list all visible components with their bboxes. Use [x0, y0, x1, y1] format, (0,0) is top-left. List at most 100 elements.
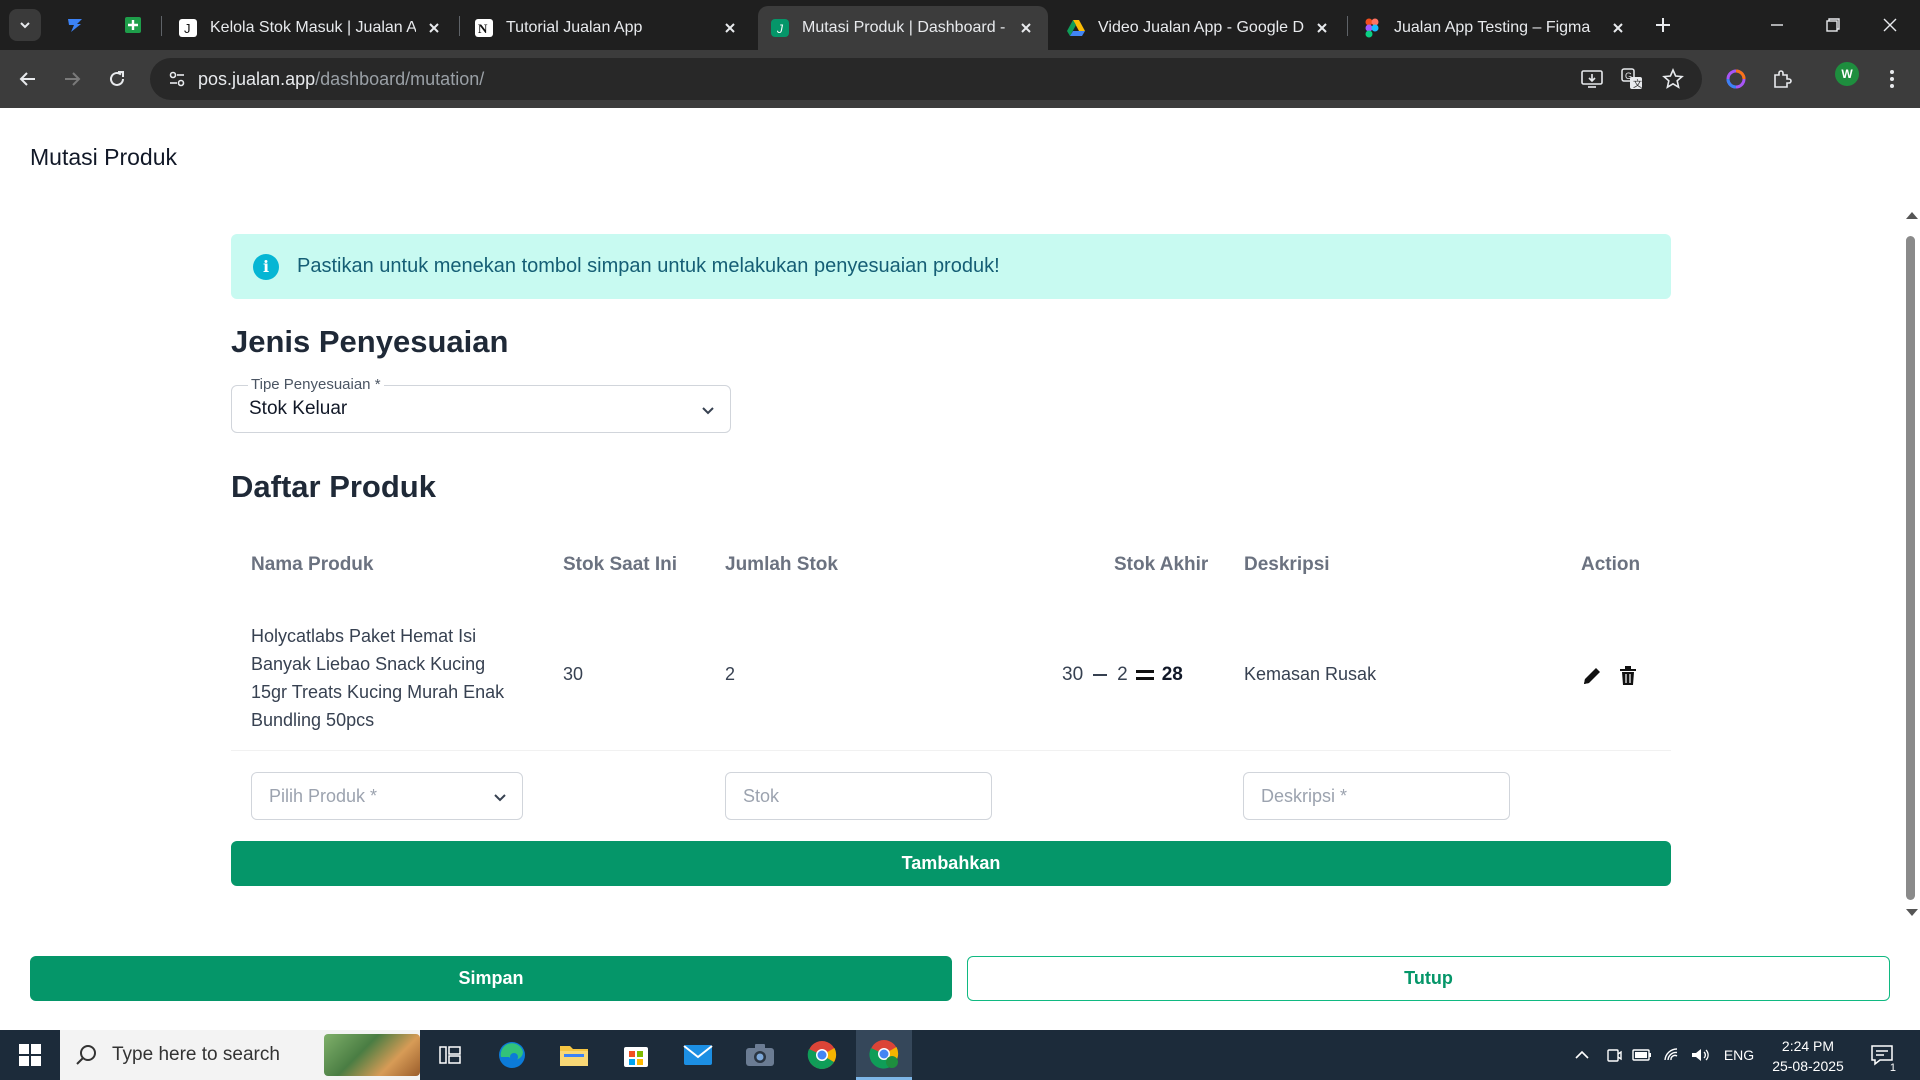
- tab-kelola-stok[interactable]: J Kelola Stok Masuk | Jualan App: [166, 6, 456, 50]
- row-description: Kemasan Rusak: [1244, 664, 1377, 684]
- tab-search-button[interactable]: [9, 9, 41, 41]
- header-qty: Jumlah Stok: [725, 554, 838, 575]
- adjustment-section-title: Jenis Penyesuaian: [231, 324, 509, 359]
- url-path: /dashboard/mutation/: [315, 68, 485, 89]
- info-alert: i Pastikan untuk menekan tombol simpan u…: [231, 234, 1671, 299]
- alert-message: Pastikan untuk menekan tombol simpan unt…: [297, 255, 1000, 277]
- close-icon[interactable]: [720, 18, 740, 38]
- browser-menu-button[interactable]: [1876, 63, 1908, 95]
- chrome-profile-icon[interactable]: [856, 1030, 912, 1080]
- reload-icon: [110, 71, 124, 86]
- description-input[interactable]: [1244, 773, 1509, 819]
- url-host: pos.jualan.app: [198, 68, 316, 89]
- adjustment-type-label: Tipe Penyesuaian *: [248, 376, 384, 393]
- close-window-button[interactable]: [1862, 0, 1918, 50]
- color-ring-icon: [1726, 69, 1746, 89]
- bookmark-star-icon[interactable]: [1661, 67, 1685, 91]
- browser-toolbar: pos.jualan.app/dashboard/mutation/ G文 W: [0, 50, 1920, 108]
- search-placeholder: Type here to search: [112, 1044, 280, 1065]
- chevron-down-icon: [702, 407, 714, 415]
- back-button[interactable]: [12, 63, 44, 95]
- save-button[interactable]: Simpan: [30, 956, 952, 1001]
- svg-text:J: J: [184, 21, 191, 36]
- meet-now-icon[interactable]: [1600, 1030, 1628, 1080]
- tab-title: Jualan App Testing – Figma: [1394, 19, 1591, 36]
- extension-button[interactable]: [1720, 63, 1752, 95]
- scroll-up-arrow-icon[interactable]: [1906, 212, 1918, 219]
- scroll-thumb[interactable]: [1906, 236, 1915, 900]
- microsoft-store-icon[interactable]: [608, 1030, 664, 1080]
- equals-icon: [1135, 670, 1154, 680]
- taskbar-search[interactable]: Type here to search: [60, 1030, 420, 1080]
- site-settings-icon[interactable]: [156, 70, 198, 88]
- url-text: pos.jualan.app/dashboard/mutation/: [198, 69, 484, 90]
- address-bar[interactable]: pos.jualan.app/dashboard/mutation/ G文: [150, 58, 1702, 100]
- install-app-icon[interactable]: [1580, 67, 1604, 91]
- extensions-menu-button[interactable]: [1766, 63, 1798, 95]
- chrome-icon[interactable]: [794, 1030, 850, 1080]
- stock-input[interactable]: [726, 773, 991, 819]
- tab-google-drive[interactable]: Video Jualan App - Google Driv: [1054, 6, 1344, 50]
- tab-title: Tutorial Jualan App: [506, 19, 643, 36]
- start-button[interactable]: [0, 1030, 60, 1080]
- taskbar-clock[interactable]: 2:24 PM 25-08-2025: [1766, 1036, 1850, 1076]
- product-select-placeholder: Pilih Produk *: [269, 786, 378, 806]
- volume-icon[interactable]: [1687, 1030, 1715, 1080]
- header-product-name: Nama Produk: [251, 554, 374, 575]
- profile-avatar[interactable]: W: [1835, 62, 1859, 86]
- language-indicator[interactable]: ENG: [1718, 1030, 1760, 1080]
- edit-pencil-icon[interactable]: [1580, 664, 1604, 688]
- svg-text:N: N: [478, 21, 488, 36]
- file-explorer-icon[interactable]: [546, 1030, 602, 1080]
- figma-icon: [1362, 18, 1382, 38]
- info-icon: i: [253, 253, 279, 280]
- adjustment-type-select[interactable]: Tipe Penyesuaian * Stok Keluar: [231, 376, 731, 433]
- camera-icon[interactable]: [732, 1030, 788, 1080]
- close-icon[interactable]: [424, 18, 444, 38]
- close-button[interactable]: Tutup: [967, 956, 1890, 1001]
- show-hidden-icons-button[interactable]: [1568, 1030, 1596, 1080]
- description-input-wrapper: [1243, 772, 1510, 820]
- page-scrollbar[interactable]: [1902, 108, 1920, 928]
- minimize-button[interactable]: [1749, 0, 1805, 50]
- minimize-icon: [1771, 24, 1783, 26]
- tab-title: Video Jualan App - Google Driv: [1098, 19, 1304, 36]
- restore-button[interactable]: [1805, 0, 1861, 50]
- tab-tutorial[interactable]: N Tutorial Jualan App: [462, 6, 752, 50]
- mail-icon[interactable]: [670, 1030, 726, 1080]
- tab-title: Mutasi Produk | Dashboard - Ju: [802, 19, 1008, 36]
- new-tab-button[interactable]: [1650, 12, 1676, 38]
- forward-button[interactable]: [56, 63, 88, 95]
- reload-button[interactable]: [101, 63, 133, 95]
- add-product-button[interactable]: Tambahkan: [231, 841, 1671, 886]
- task-view-icon[interactable]: [422, 1030, 478, 1080]
- calc-result: 28: [1161, 664, 1183, 685]
- sheets-icon: [125, 17, 141, 33]
- edge-icon[interactable]: [484, 1030, 540, 1080]
- tab-title: Kelola Stok Masuk | Jualan App: [210, 19, 416, 36]
- puzzle-icon: [1774, 70, 1792, 88]
- close-icon: [1883, 18, 1897, 32]
- tab-mutasi-produk[interactable]: J Mutasi Produk | Dashboard - Ju: [758, 6, 1048, 50]
- close-icon[interactable]: [1608, 18, 1628, 38]
- delete-trash-icon[interactable]: [1616, 664, 1640, 688]
- product-select[interactable]: Pilih Produk *: [251, 772, 523, 820]
- close-icon[interactable]: [1312, 18, 1332, 38]
- browser-tab-bar: J Kelola Stok Masuk | Jualan App N Tutor…: [0, 0, 1920, 50]
- clock-date: 25-08-2025: [1772, 1058, 1844, 1074]
- row-qty: 2: [725, 664, 736, 684]
- plus-icon: [1656, 18, 1670, 32]
- tab-figma[interactable]: Jualan App Testing – Figma: [1350, 6, 1640, 50]
- pinned-tab-app[interactable]: [62, 12, 88, 38]
- adjustment-type-value: Stok Keluar: [249, 398, 348, 419]
- arrow-left-icon: [19, 72, 35, 86]
- pinned-tab-sheets[interactable]: [120, 12, 146, 38]
- translate-icon[interactable]: G文: [1620, 67, 1644, 91]
- wifi-icon[interactable]: [1658, 1030, 1686, 1080]
- minus-icon: [1093, 674, 1108, 676]
- battery-icon[interactable]: [1628, 1030, 1656, 1080]
- scroll-down-arrow-icon[interactable]: [1906, 909, 1918, 916]
- notification-center-button[interactable]: 1: [1862, 1030, 1902, 1080]
- clock-time: 2:24 PM: [1781, 1038, 1835, 1054]
- close-icon[interactable]: [1016, 18, 1036, 38]
